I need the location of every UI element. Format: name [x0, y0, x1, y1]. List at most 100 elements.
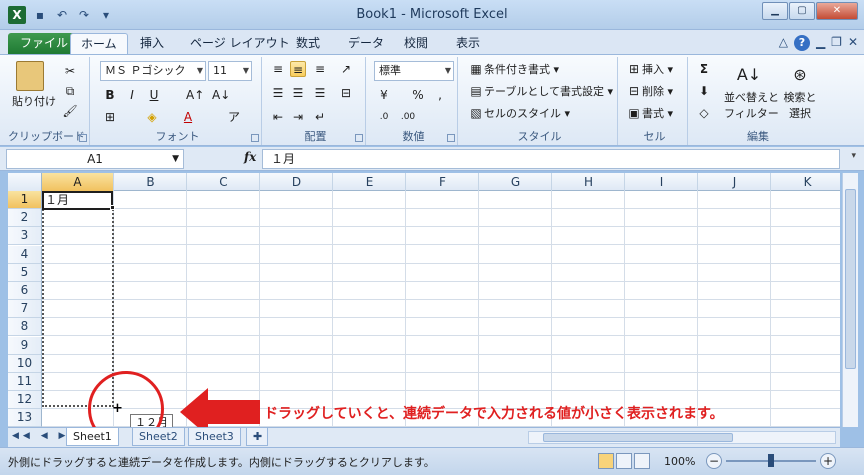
tab-view[interactable]: 表示	[446, 33, 490, 54]
row-header-2[interactable]: 2	[8, 209, 42, 228]
sort-filter-button[interactable]: A↓ 並べ替えと フィルター	[724, 61, 779, 121]
format-painter-icon[interactable]: 🖌	[62, 103, 78, 119]
format-cells-button[interactable]: ▣ 書式 ▾	[626, 105, 673, 121]
percent-icon[interactable]: %	[410, 87, 426, 103]
row-header-4[interactable]: 4	[8, 245, 42, 264]
decrease-decimal-icon[interactable]: .00	[400, 109, 416, 125]
shrink-font-icon[interactable]: A↓	[212, 87, 230, 103]
row-header-3[interactable]: 3	[8, 227, 42, 246]
format-as-table-button[interactable]: ▤ テーブルとして書式設定 ▾	[468, 83, 613, 99]
align-top-icon[interactable]: ≡	[270, 61, 286, 77]
alignment-launcher[interactable]	[355, 134, 363, 142]
name-box[interactable]: A1 ▼	[6, 149, 184, 169]
align-bottom-icon[interactable]: ≡	[312, 61, 328, 77]
help-icon[interactable]: ?	[793, 35, 810, 51]
paste-button[interactable]: 貼り付け	[12, 61, 56, 109]
page-layout-view-icon[interactable]	[616, 453, 632, 469]
column-header-e[interactable]: E	[334, 173, 406, 191]
workbook-restore-icon[interactable]: ❐	[831, 35, 842, 51]
row-header-6[interactable]: 6	[8, 282, 42, 300]
column-header-j[interactable]: J	[699, 173, 771, 191]
bold-icon[interactable]: B	[102, 87, 118, 103]
column-header-b[interactable]: B	[115, 173, 187, 191]
row-header-9[interactable]: 9	[8, 336, 42, 355]
copy-icon[interactable]: ⧉	[62, 83, 78, 99]
tab-formulas[interactable]: 数式	[286, 33, 330, 54]
workbook-minimize-icon[interactable]: ▁	[816, 35, 825, 51]
row-header-10[interactable]: 10	[8, 354, 42, 373]
tab-review[interactable]: 校閲	[394, 33, 438, 54]
merge-center-icon[interactable]: ⊟	[338, 85, 354, 101]
font-launcher[interactable]	[251, 134, 259, 142]
expand-formula-bar-icon[interactable]: ▾	[851, 151, 856, 161]
number-launcher[interactable]	[447, 134, 455, 142]
vertical-scroll-thumb[interactable]	[845, 189, 856, 369]
clipboard-launcher[interactable]	[79, 134, 87, 142]
workbook-close-icon[interactable]: ✕	[848, 35, 858, 51]
insert-cells-button[interactable]: ⊞ 挿入 ▾	[626, 61, 673, 77]
font-size-combo[interactable]: 11 ▼	[208, 61, 252, 81]
insert-sheet-icon[interactable]: ✚	[246, 428, 268, 446]
row-header-7[interactable]: 7	[8, 300, 42, 319]
tab-insert[interactable]: 挿入	[130, 33, 174, 54]
column-header-c[interactable]: C	[188, 173, 260, 191]
align-right-icon[interactable]: ☰	[312, 85, 328, 101]
select-all-corner[interactable]	[8, 173, 42, 191]
insert-function-icon[interactable]: fx	[244, 150, 256, 164]
align-middle-icon[interactable]: ≡	[290, 61, 306, 77]
page-break-view-icon[interactable]	[634, 453, 650, 469]
decrease-indent-icon[interactable]: ⇤	[270, 109, 286, 125]
increase-indent-icon[interactable]: ⇥	[290, 109, 306, 125]
conditional-formatting-button[interactable]: ▦ 条件付き書式 ▾	[468, 61, 559, 77]
sheet-tab-1[interactable]: Sheet1	[66, 428, 119, 446]
comma-icon[interactable]: ,	[432, 87, 448, 103]
column-header-g[interactable]: G	[480, 173, 552, 191]
delete-cells-button[interactable]: ⊟ 削除 ▾	[626, 83, 673, 99]
cut-icon[interactable]: ✂	[62, 63, 78, 79]
wrap-text-icon[interactable]: ↵	[312, 109, 328, 125]
minimize-button[interactable]: ▁	[762, 2, 788, 20]
number-format-combo[interactable]: 標準 ▼	[374, 61, 454, 81]
row-header-12[interactable]: 12	[8, 391, 42, 410]
tab-page-layout[interactable]: ページ レイアウト	[180, 33, 300, 54]
minimize-ribbon-icon[interactable]: △	[779, 35, 788, 51]
grow-font-icon[interactable]: A↑	[186, 87, 204, 103]
row-header-13[interactable]: 13	[8, 409, 42, 427]
font-name-combo[interactable]: ＭＳ Ｐゴシック ▼	[100, 61, 206, 81]
autosum-icon[interactable]: Σ	[696, 61, 712, 77]
fill-icon[interactable]: ⬇	[696, 83, 712, 99]
tab-data[interactable]: データ	[338, 33, 394, 54]
column-header-f[interactable]: F	[407, 173, 479, 191]
zoom-out-icon[interactable]: −	[706, 453, 722, 469]
currency-icon[interactable]: ¥	[376, 87, 392, 103]
column-header-k[interactable]: K	[772, 173, 840, 191]
normal-view-icon[interactable]	[598, 453, 614, 469]
phonetic-icon[interactable]: ア	[226, 109, 242, 125]
sheet-tab-2[interactable]: Sheet2	[132, 428, 185, 446]
font-color-icon[interactable]: A	[180, 109, 196, 125]
borders-icon[interactable]: ⊞	[102, 109, 118, 125]
underline-icon[interactable]: U	[146, 87, 162, 103]
fill-color-icon[interactable]: ◈	[144, 109, 160, 125]
align-center-icon[interactable]: ☰	[290, 85, 306, 101]
vertical-scrollbar[interactable]	[842, 173, 858, 427]
orientation-icon[interactable]: ↗	[338, 61, 354, 77]
column-header-h[interactable]: H	[553, 173, 625, 191]
align-left-icon[interactable]: ☰	[270, 85, 286, 101]
row-header-5[interactable]: 5	[8, 263, 42, 282]
italic-icon[interactable]: I	[124, 87, 140, 103]
close-button[interactable]: ✕	[816, 2, 858, 20]
zoom-level[interactable]: 100%	[664, 455, 695, 468]
clear-icon[interactable]: ◇	[696, 105, 712, 121]
sheet-tab-3[interactable]: Sheet3	[188, 428, 241, 446]
horizontal-scrollbar[interactable]	[528, 431, 836, 444]
formula-input[interactable]: １月	[262, 149, 840, 169]
maximize-button[interactable]: ▢	[789, 2, 815, 20]
column-header-a[interactable]: A	[42, 173, 114, 191]
row-header-11[interactable]: 11	[8, 373, 42, 391]
tab-home[interactable]: ホーム	[70, 33, 128, 54]
fill-handle[interactable]	[110, 205, 115, 210]
increase-decimal-icon[interactable]: .0	[376, 109, 392, 125]
find-select-button[interactable]: ⊛ 検索と 選択	[780, 61, 820, 121]
row-header-8[interactable]: 8	[8, 318, 42, 337]
